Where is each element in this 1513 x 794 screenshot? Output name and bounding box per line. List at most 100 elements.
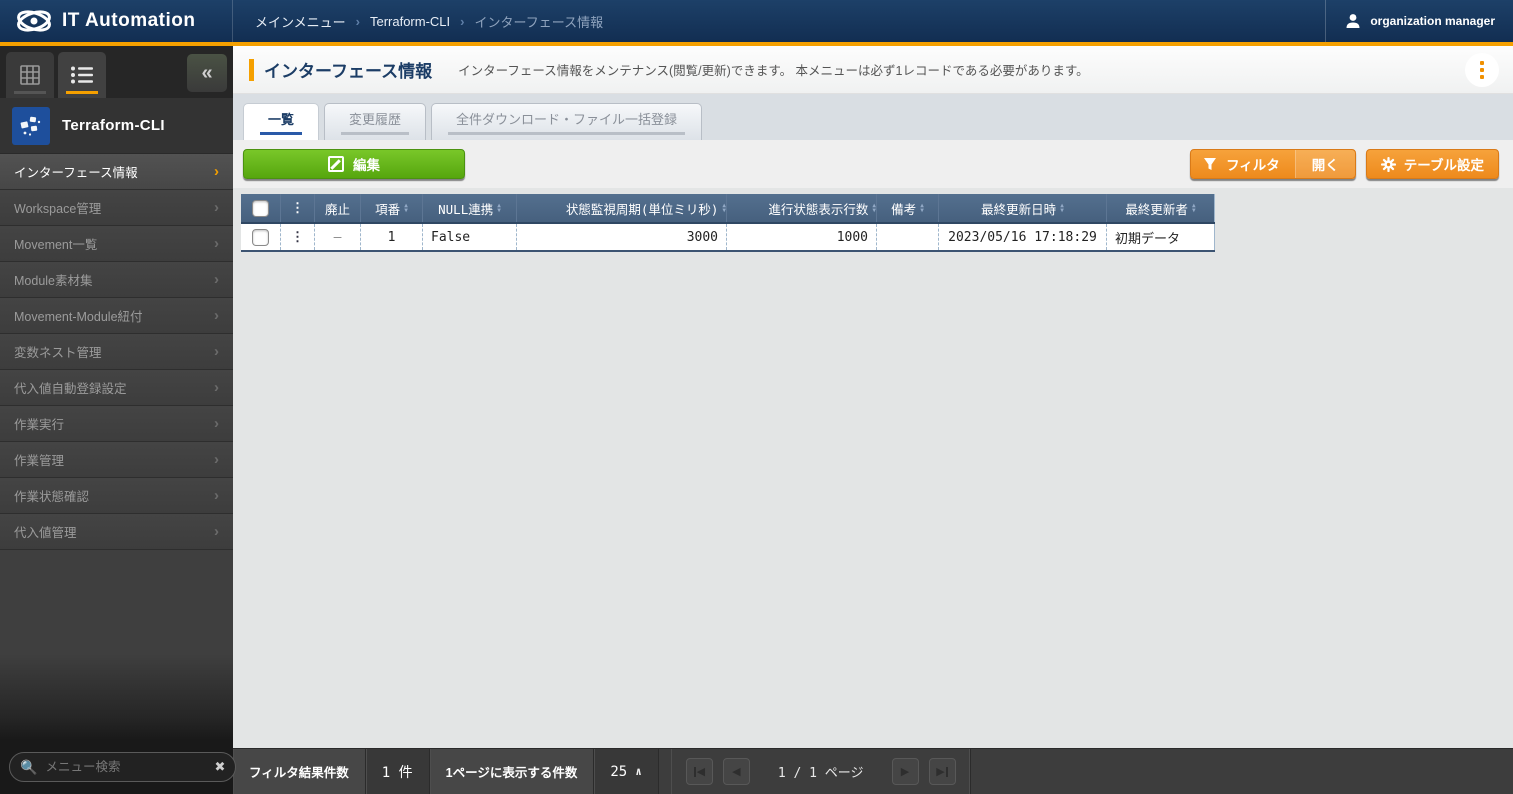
column-header-last-updater[interactable]: 最終更新者 ▲ ▼ [1107,194,1215,222]
last-page-button[interactable]: ▶ [928,758,956,785]
breadcrumb-main-menu[interactable]: メインメニュー [255,12,346,31]
tab-list[interactable]: 一覧 [243,103,320,140]
tab-underline [66,91,98,94]
sidebar-tab-grid-view[interactable] [6,52,54,98]
menu-search-input[interactable] [45,760,207,774]
list-icon [71,66,93,84]
collapse-icon: « [201,61,213,84]
column-label: 進行状態表示行数 [768,201,869,217]
cell-discard: — [315,224,361,250]
gear-icon [1380,156,1396,172]
select-all-checkbox[interactable] [252,199,269,217]
per-page-select[interactable]: 25 ∧ [594,749,659,794]
edit-pencil-icon [328,156,344,172]
sidebar-item-substitution-auto-reg[interactable]: 代入値自動登録設定 › [0,370,233,406]
app-logo[interactable]: IT Automation [0,0,233,42]
filter-button-label: フィルタ [1226,158,1280,173]
filter-result-label: フィルタ結果件数 [233,749,366,794]
cell-no: 1 [361,224,423,250]
sort-arrows-icon[interactable]: ▲ ▼ [1192,203,1196,214]
edit-button[interactable]: 編集 [243,149,465,179]
table-settings-button[interactable]: テーブル設定 [1365,149,1499,179]
chevron-right-icon: › [214,199,219,216]
filter-open-button[interactable]: 開く [1294,150,1355,178]
breadcrumb-workspace[interactable]: Terraform-CLI [370,14,450,29]
pagination: ◀ ◀ 1 / 1 ページ ▶ ▶ [670,749,971,794]
app-title: IT Automation [62,10,196,31]
user-icon [1346,14,1360,28]
sidebar-item-movement-module-link[interactable]: Movement-Module紐付 › [0,298,233,334]
filter-funnel-icon [1204,158,1217,170]
per-page-value: 25 [610,763,628,780]
column-header-monitor-cycle[interactable]: 状態監視周期(単位ミリ秒) ▲ ▼ [517,194,727,222]
cell-last-update: 2023/05/16 17:18:29 [939,224,1107,250]
search-icon: 🔍 [20,758,38,775]
sidebar-item-operation-status[interactable]: 作業状態確認 › [0,478,233,514]
column-header-no[interactable]: 項番 ▲ ▼ [361,194,423,222]
table-footer-bar: フィルタ結果件数 1 件 1ページに表示する件数 25 ∧ ◀ ◀ 1 / 1 … [233,748,1513,794]
row-checkbox[interactable] [252,228,269,246]
column-label: 項番 [375,201,401,217]
menu-search-box: 🔍 ✖ [9,752,237,782]
app-header: IT Automation メインメニュー › Terraform-CLI › … [0,0,1513,42]
chevron-up-icon: ∧ [635,765,642,778]
column-label: 廃止 [324,201,350,217]
sidebar-item-module-materials[interactable]: Module素材集 › [0,262,233,298]
next-page-button[interactable]: ▶ [891,758,919,785]
user-menu[interactable]: organization manager [1325,0,1513,42]
first-page-button[interactable]: ◀ [685,758,713,785]
page-menu-button[interactable] [1465,52,1499,87]
chevron-right-icon: › [214,163,219,180]
sort-arrows-icon[interactable]: ▲ ▼ [497,203,501,214]
row-menu-header: ⋮ [281,194,315,222]
sort-arrows-icon[interactable]: ▲ ▼ [404,203,408,214]
sidebar-search-zone: 🔍 ✖ [0,740,237,794]
sidebar-item-movement-list[interactable]: Movement一覧 › [0,226,233,262]
sort-arrows-icon[interactable]: ▲ ▼ [722,203,726,214]
filter-result-count: 1 件 [365,749,430,794]
chevron-right-icon: › [214,451,219,468]
page-description: インターフェース情報をメンテナンス(閲覧/更新)できます。 本メニューは必ず1レ… [458,64,1089,78]
sidebar-tab-list-view[interactable] [58,52,106,98]
column-header-remarks[interactable]: 備考 ▲ ▼ [877,194,939,222]
prev-page-icon: ◀ [732,766,741,778]
sidebar-view-tabs: « [0,46,233,98]
chevron-right-icon: › [214,343,219,360]
clear-search-icon[interactable]: ✖ [214,759,225,775]
sidebar-item-substitution-mgmt[interactable]: 代入値管理 › [0,514,233,550]
sidebar-item-variable-nest-mgmt[interactable]: 変数ネスト管理 › [0,334,233,370]
menu-item-label: 作業管理 [14,454,65,468]
first-page-icon: ◀ [696,766,706,778]
tab-change-history[interactable]: 変更履歴 [324,103,427,140]
menu-item-label: 変数ネスト管理 [14,346,102,360]
select-all-header [241,194,281,222]
column-header-null-link[interactable]: NULL連携 ▲ ▼ [423,194,517,222]
workspace-icon [12,106,50,145]
breadcrumb-separator-icon: › [355,13,360,29]
column-label: NULL連携 [438,201,494,217]
filter-button[interactable]: フィルタ 開く [1190,149,1356,179]
sidebar-menu: インターフェース情報 › Workspace管理 › Movement一覧 › … [0,154,233,550]
sort-arrows-icon[interactable]: ▲ ▼ [920,203,924,214]
menu-item-label: Workspace管理 [14,202,102,216]
chevron-right-icon: › [214,235,219,252]
column-label: 備考 [891,201,917,217]
sidebar-collapse-button[interactable]: « [187,54,227,92]
column-label: 最終更新者 [1125,201,1188,217]
sidebar-item-workspace-mgmt[interactable]: Workspace管理 › [0,190,233,226]
sidebar-item-interface-info[interactable]: インターフェース情報 › [0,154,233,190]
tab-bulk-download-upload[interactable]: 全件ダウンロード・ファイル一括登録 [431,103,703,140]
sort-arrows-icon[interactable]: ▲ ▼ [1060,203,1064,214]
sidebar: « Terraform-CLI インターフェース情報 › Workspace管理… [0,46,237,794]
per-page-label: 1ページに表示する件数 [429,749,595,794]
sort-arrows-icon[interactable]: ▲ ▼ [872,203,876,214]
prev-page-button[interactable]: ◀ [722,758,750,785]
table-settings-label: テーブル設定 [1403,158,1484,173]
sidebar-item-execute[interactable]: 作業実行 › [0,406,233,442]
sidebar-item-operation-mgmt[interactable]: 作業管理 › [0,442,233,478]
column-header-progress-rows[interactable]: 進行状態表示行数 ▲ ▼ [727,194,877,222]
column-header-last-update[interactable]: 最終更新日時 ▲ ▼ [939,194,1107,222]
row-menu-cell[interactable]: ⋮ [281,224,315,250]
workspace-title: Terraform-CLI [62,117,165,134]
chevron-right-icon: › [214,271,219,288]
